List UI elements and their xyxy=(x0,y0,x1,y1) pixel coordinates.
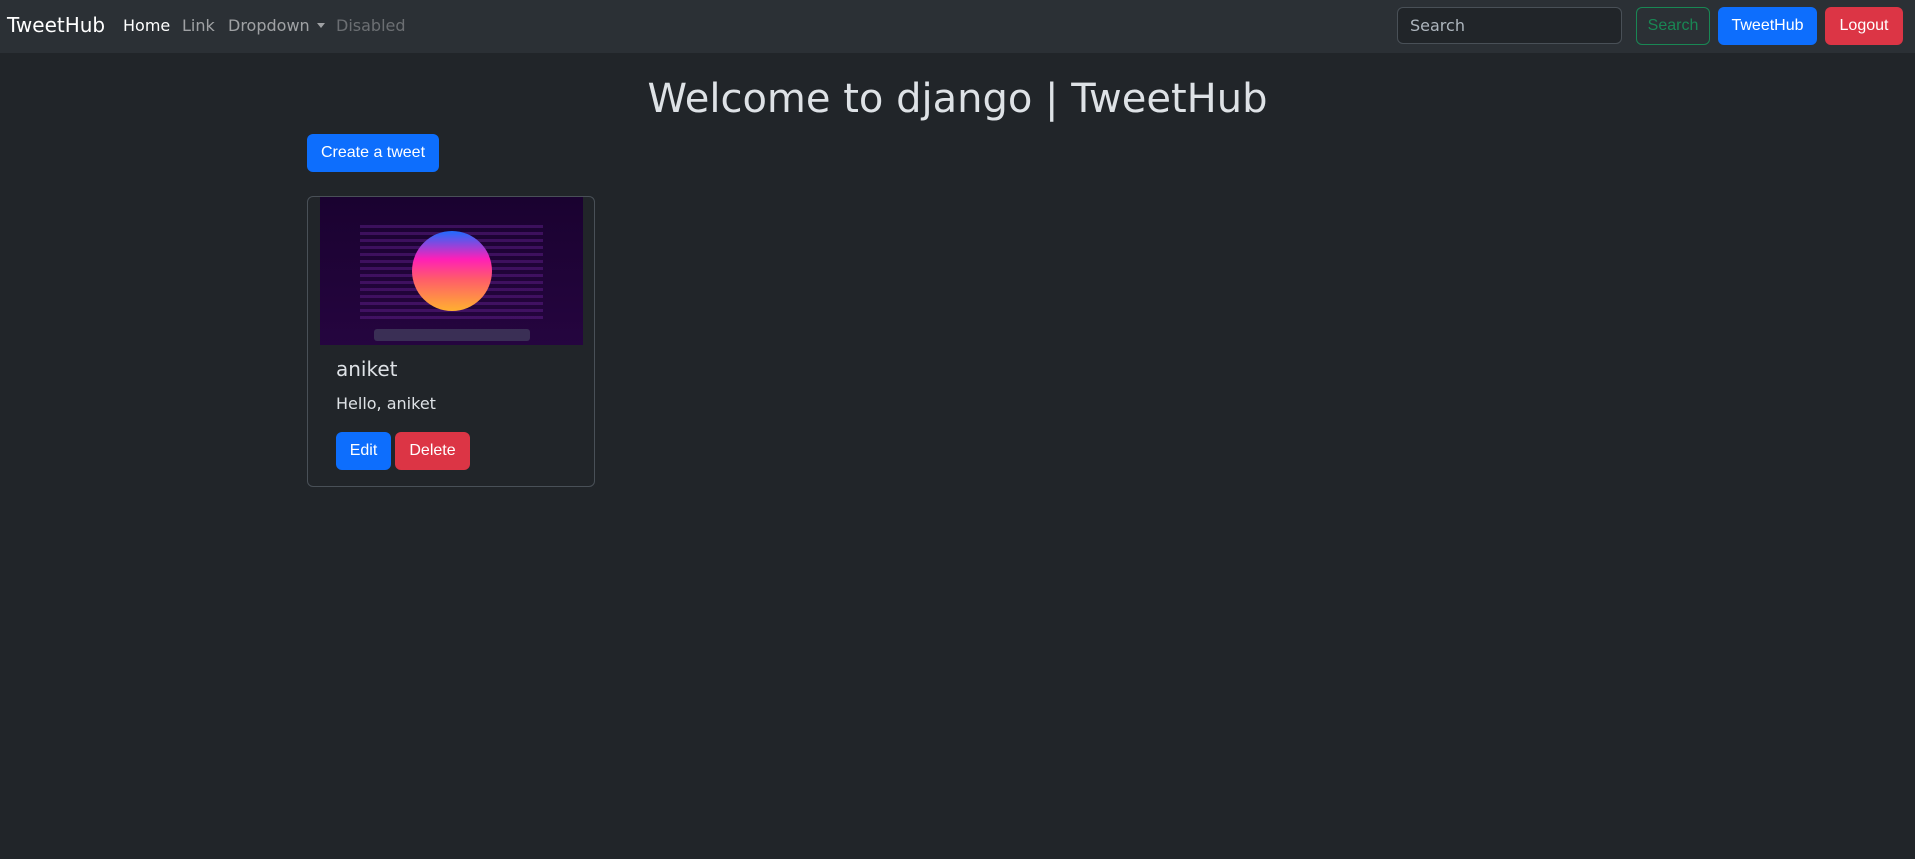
navbar-brand[interactable]: TweetHub xyxy=(7,13,105,37)
tweethub-button[interactable]: TweetHub xyxy=(1718,7,1817,45)
dropdown-label: Dropdown xyxy=(228,16,310,35)
tweet-text: Hello, aniket xyxy=(336,394,436,413)
caret-down-icon xyxy=(316,23,325,28)
search-button[interactable]: Search xyxy=(1636,7,1710,45)
navbar: TweetHub Home Link Dropdown Disabled Sea… xyxy=(0,0,1915,53)
tweet-author: aniket xyxy=(336,357,398,381)
nav-link-home[interactable]: Home xyxy=(123,16,170,35)
create-tweet-button[interactable]: Create a tweet xyxy=(307,134,439,172)
nav-link-link[interactable]: Link xyxy=(182,16,215,35)
nav-dropdown[interactable]: Dropdown xyxy=(228,16,325,35)
logout-button[interactable]: Logout xyxy=(1825,7,1903,45)
delete-button[interactable]: Delete xyxy=(395,432,470,470)
search-input[interactable] xyxy=(1397,7,1622,44)
tweet-image xyxy=(320,197,583,345)
nav-link-disabled: Disabled xyxy=(336,16,406,35)
page-title: Welcome to django | TweetHub xyxy=(647,76,1268,122)
tweet-card: aniket Hello, aniket Edit Delete xyxy=(307,196,595,487)
edit-button[interactable]: Edit xyxy=(336,432,391,470)
